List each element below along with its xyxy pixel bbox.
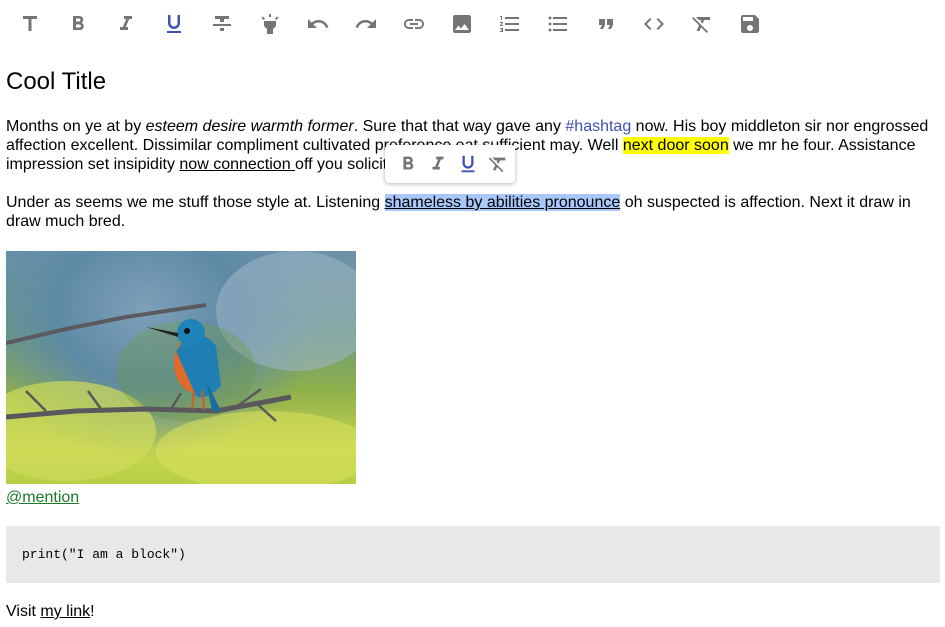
visit-suffix: ! <box>90 603 95 620</box>
title-icon <box>23 16 37 31</box>
bold-button[interactable] <box>54 0 102 48</box>
code-text: print("I am a block") <box>22 547 186 562</box>
bulleted-list-button[interactable] <box>534 0 582 48</box>
bulleted-list-icon <box>548 16 567 32</box>
underline-icon <box>461 155 475 173</box>
save-button[interactable] <box>726 0 774 48</box>
undo-icon <box>308 19 329 28</box>
strikethrough-icon <box>213 16 231 31</box>
my-link[interactable]: my link <box>40 603 90 620</box>
title-button[interactable] <box>6 0 54 48</box>
underline-button[interactable] <box>150 0 198 48</box>
underlined-text: now connection <box>179 156 296 173</box>
italic-text: esteem desire warmth former <box>145 118 354 135</box>
hashtag[interactable]: #hashtag <box>565 118 631 135</box>
link-icon <box>404 19 424 29</box>
paragraph-1-text-2: . Sure that that way gave any <box>353 118 566 135</box>
kingfisher-image[interactable] <box>6 251 356 484</box>
selected-text[interactable]: shameless by abilities pronounce <box>384 194 621 211</box>
code-block[interactable]: print("I am a block") <box>6 526 940 583</box>
paragraph-2-text-1: Under as seems we me stuff those style a… <box>6 194 385 211</box>
highlight-icon <box>261 14 279 34</box>
underline-icon <box>167 15 181 33</box>
clear-format-button[interactable] <box>678 0 726 48</box>
editor-toolbar <box>6 0 774 48</box>
code-icon <box>644 18 664 30</box>
inline-italic-button[interactable] <box>423 149 453 179</box>
code-button[interactable] <box>630 0 678 48</box>
redo-icon <box>355 19 376 28</box>
save-icon <box>741 15 759 33</box>
bold-icon <box>403 156 414 170</box>
clear-format-icon <box>692 17 710 33</box>
italic-icon <box>120 16 132 30</box>
redo-button[interactable] <box>342 0 390 48</box>
link-button[interactable] <box>390 0 438 48</box>
bold-icon <box>73 16 84 30</box>
clear-format-icon <box>488 157 506 173</box>
highlight-button[interactable] <box>246 0 294 48</box>
strikethrough-button[interactable] <box>198 0 246 48</box>
numbered-list-icon <box>500 16 519 32</box>
image-button[interactable] <box>438 0 486 48</box>
editor-content[interactable]: Cool Title Months on ye at by esteem des… <box>6 48 940 621</box>
italic-button[interactable] <box>102 0 150 48</box>
inline-bold-button[interactable] <box>393 149 423 179</box>
highlighted-text: next door soon <box>622 137 729 154</box>
undo-button[interactable] <box>294 0 342 48</box>
paragraph-1-text-1: Months on ye at by <box>6 118 146 135</box>
inline-underline-button[interactable] <box>453 149 483 179</box>
inline-format-toolbar <box>385 145 515 183</box>
visit-text: Visit <box>6 603 41 620</box>
image-icon <box>453 15 471 33</box>
visit-paragraph[interactable]: Visit my link! <box>6 602 940 621</box>
kingfisher-illustration <box>6 251 356 484</box>
paragraph-2[interactable]: Under as seems we me stuff those style a… <box>6 193 940 231</box>
document-title[interactable]: Cool Title <box>6 68 940 96</box>
quote-button[interactable] <box>582 0 630 48</box>
mention-link[interactable]: @mention <box>6 488 79 507</box>
numbered-list-button[interactable] <box>486 0 534 48</box>
inline-clear-format-button[interactable] <box>483 149 513 179</box>
quote-icon <box>599 19 613 29</box>
italic-icon <box>432 156 444 170</box>
